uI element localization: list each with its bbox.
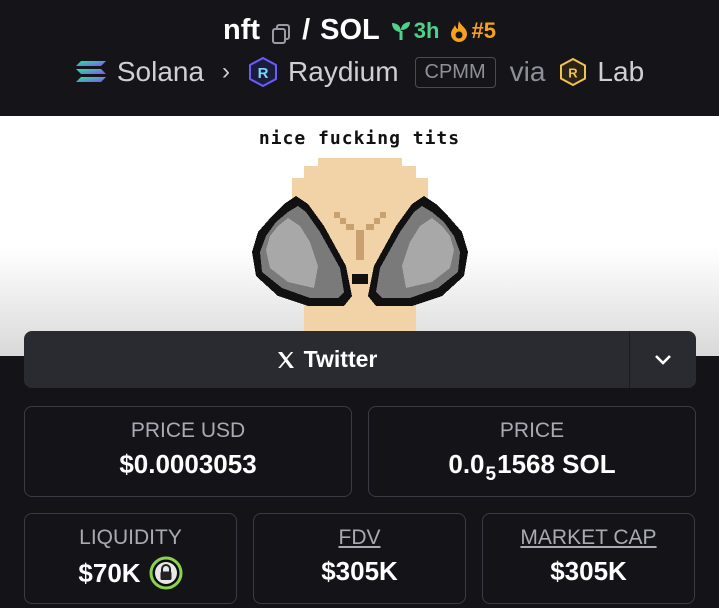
- launchpad-icon: R: [560, 58, 587, 86]
- price-native-prefix: 0.0: [448, 449, 485, 479]
- price-usd-label: PRICE USD: [130, 419, 246, 442]
- price-zero-count: 5: [485, 463, 497, 485]
- fire-icon: [451, 20, 468, 42]
- lock-icon[interactable]: [149, 556, 183, 590]
- quote-symbol: SOL: [320, 14, 380, 46]
- svg-text:R: R: [258, 65, 269, 82]
- age-text: 3h: [413, 17, 440, 43]
- price-usd-value: $0.0003053: [119, 449, 257, 479]
- market-cap-value: $305K: [550, 556, 627, 586]
- copy-icon[interactable]: [270, 20, 292, 44]
- chain-name[interactable]: Solana: [117, 56, 204, 88]
- price-usd-card: PRICE USD $0.0003053: [24, 406, 352, 497]
- trending-rank: #5: [449, 17, 496, 44]
- dex-name[interactable]: Raydium: [288, 56, 398, 88]
- raydium-icon: R: [249, 57, 278, 87]
- pool-type-badge: CPMM: [414, 56, 496, 88]
- liquidity-value-row: $70K: [25, 556, 236, 590]
- social-links-bar: Twitter: [24, 331, 696, 388]
- banner-caption: nice fucking tits: [258, 128, 461, 149]
- seedling-icon: [391, 21, 410, 40]
- twitter-label: Twitter: [303, 346, 378, 372]
- liquidity-value: $70K: [78, 557, 141, 588]
- fdv-label[interactable]: FDV: [254, 526, 465, 550]
- chain-breadcrumb: Solana › R Raydium CPMM via R Lab: [0, 56, 719, 88]
- svg-text:R: R: [569, 66, 579, 81]
- fdv-value: $305K: [321, 556, 398, 586]
- liquidity-card: LIQUIDITY $70K: [24, 513, 237, 604]
- market-cap-label[interactable]: MARKET CAP: [483, 526, 694, 550]
- pair-age: 3h: [390, 17, 440, 44]
- token-banner: nice fucking tits: [0, 116, 719, 356]
- launchpad-name[interactable]: Lab: [597, 56, 644, 88]
- price-native-suffix: 1568 SOL: [497, 449, 616, 479]
- liquidity-label: LIQUIDITY: [79, 526, 182, 549]
- price-native-label: PRICE: [499, 419, 565, 442]
- token-symbol: nft: [223, 14, 261, 46]
- fdv-card: FDV $305K: [253, 513, 466, 604]
- chevron-down-icon: [655, 354, 671, 365]
- via-label: via: [509, 56, 546, 87]
- chevron-right-icon: ›: [222, 58, 231, 85]
- price-native-card: PRICE 0.0 5 1568 SOL: [368, 406, 696, 497]
- social-dropdown-toggle[interactable]: [629, 331, 696, 388]
- price-native-value: 0.0 5 1568 SOL: [369, 449, 695, 485]
- rank-text: #5: [471, 17, 496, 43]
- pair-header: nft / SOL 3h #5 Solana › R Raydium CPMM …: [0, 0, 719, 116]
- banner-pixel-art: [252, 158, 468, 336]
- pair-title: nft / SOL 3h #5: [0, 14, 719, 47]
- x-logo-icon: [277, 351, 294, 368]
- pair-separator: /: [302, 14, 311, 46]
- twitter-button[interactable]: Twitter: [24, 331, 629, 388]
- market-cap-card: MARKET CAP $305K: [482, 513, 695, 604]
- solana-icon: [75, 61, 106, 82]
